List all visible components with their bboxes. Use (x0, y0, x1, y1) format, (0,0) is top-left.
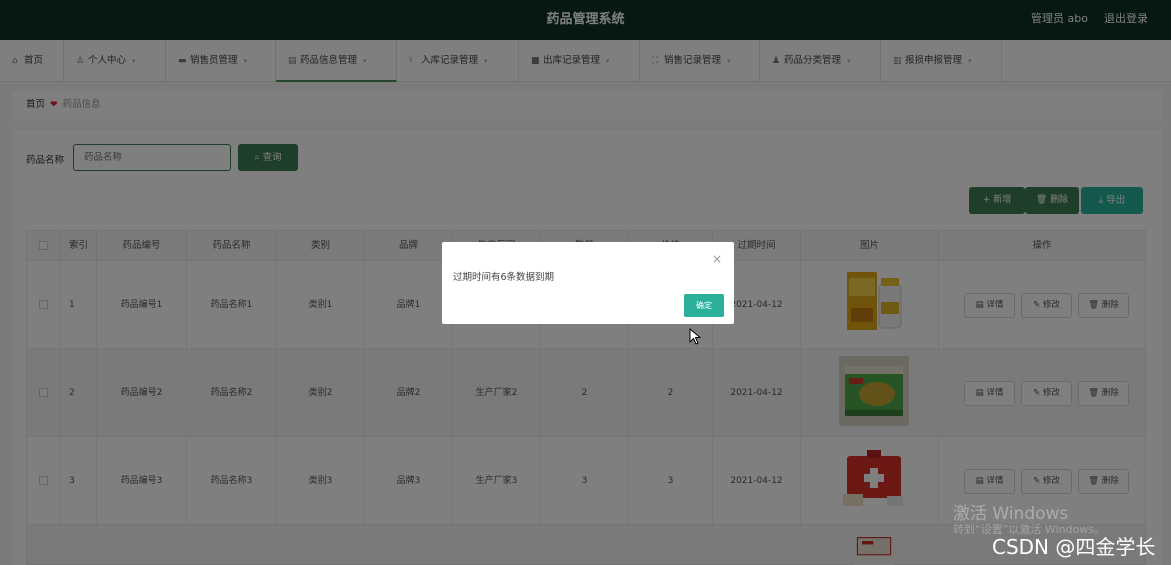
dialog-message: 过期时间有6条数据到期 (453, 272, 555, 283)
app-root: 药品管理系统 管理员 abo 退出登录 ⌂首页 ♙个人中心▾ ▬销售员管理▾ ▤… (0, 0, 1171, 565)
close-icon[interactable]: × (712, 252, 722, 266)
alert-dialog: × 过期时间有6条数据到期 确定 (442, 242, 734, 324)
confirm-button[interactable]: 确定 (684, 294, 724, 317)
csdn-watermark: CSDN @四金学长 (992, 535, 1156, 559)
mouse-cursor-icon (689, 328, 701, 345)
